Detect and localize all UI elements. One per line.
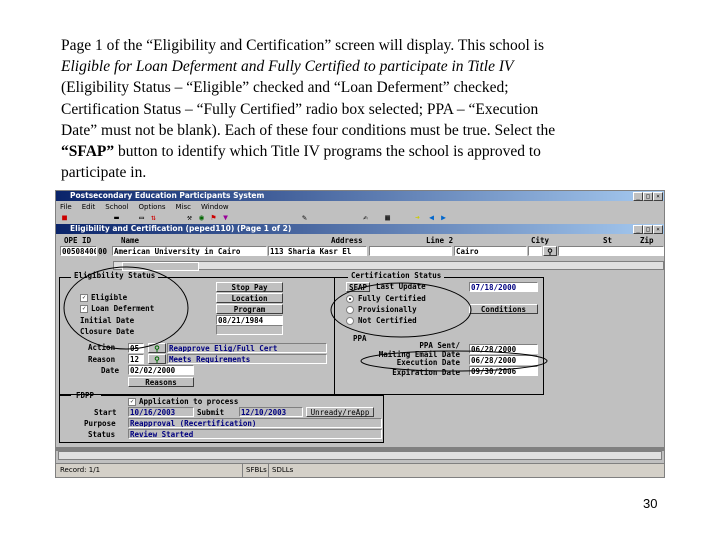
line: (Eligibility Status – “Eligible” checked… bbox=[61, 79, 509, 97]
instructions: Page 1 of the “Eligibility and Certifica… bbox=[61, 35, 661, 183]
app-screenshot: Postsecondary Education Participants Sys… bbox=[55, 190, 665, 478]
line: participate in. bbox=[61, 164, 147, 182]
line: “SFAP” button to identify which Title IV… bbox=[61, 141, 661, 162]
line: Page 1 of the “Eligibility and Certifica… bbox=[61, 37, 544, 54]
page-number: 30 bbox=[643, 496, 658, 511]
highlight-annotations bbox=[63, 266, 548, 372]
text: button to identify which Title IV progra… bbox=[114, 143, 541, 161]
sfap-ref: “SFAP” bbox=[61, 143, 115, 161]
line: Certification Status – “Fully Certified”… bbox=[61, 100, 539, 118]
execution-date-highlight-ellipse bbox=[360, 350, 548, 372]
eligibility-highlight-ellipse bbox=[63, 266, 189, 350]
line: Eligible for Loan Deferment and Fully Ce… bbox=[61, 58, 514, 76]
certification-highlight-ellipse bbox=[330, 282, 472, 338]
line: Date” must not be blank). Each of these … bbox=[61, 121, 556, 139]
